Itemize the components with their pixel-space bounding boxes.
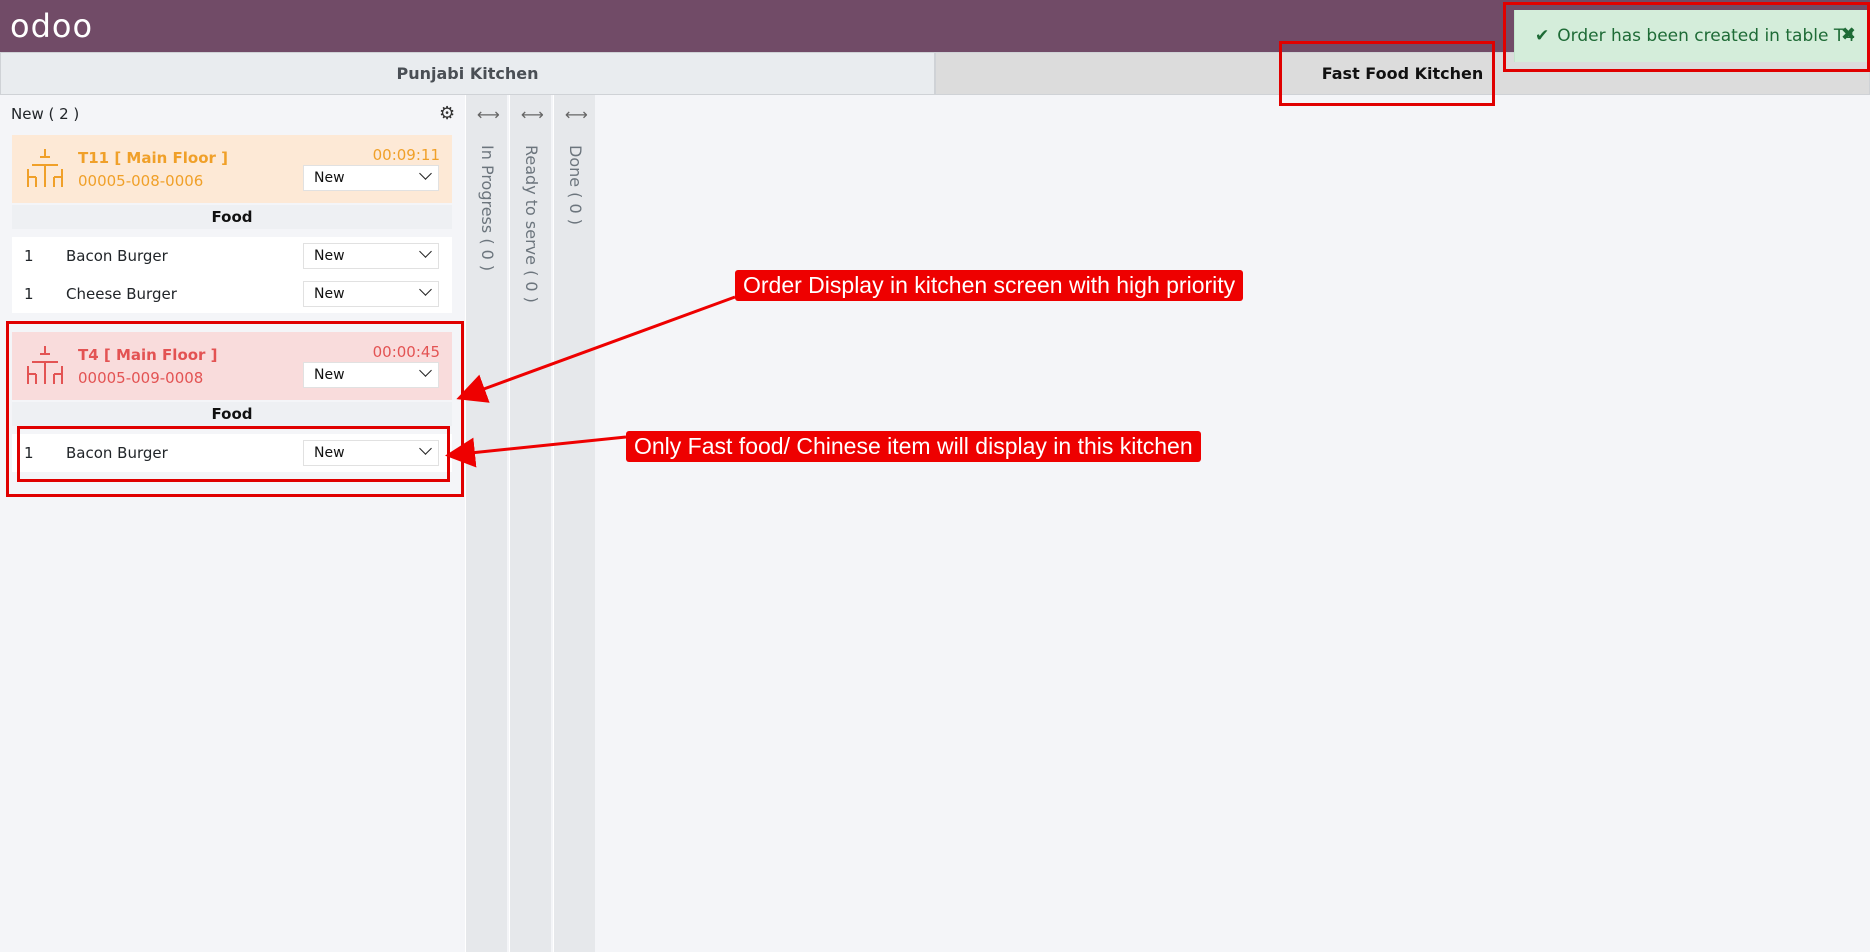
stage-column-ready[interactable]: ⟷ Ready to serve ( 0 ) [509,95,551,952]
line-product: Bacon Burger [66,247,168,265]
list-item: 1 Bacon Burger New [12,237,452,275]
line-status-select[interactable]: New [303,281,439,307]
order-lines: 1 Bacon Burger New 1 Cheese Burger New [12,237,452,313]
line-status-value: New [314,248,345,264]
order-status-value: New [314,170,345,186]
dining-table-icon [27,149,63,187]
stage-label: Done ( 0 ) [566,145,585,226]
line-qty: 1 [24,247,34,265]
highlight-box-toast [1503,2,1870,72]
order-status-select[interactable]: New [303,165,439,191]
stage-label: In Progress ( 0 ) [478,145,497,272]
order-table-name: T11 [ Main Floor ] [78,149,228,167]
order-card-t11[interactable]: T11 [ Main Floor ] 00005-008-0006 00:09:… [12,135,452,203]
chevron-down-icon [419,167,432,180]
chevron-down-icon [419,283,432,296]
annotation-priority: Order Display in kitchen screen with hig… [735,270,1244,301]
expand-arrows-icon[interactable]: ⟷ [521,105,544,124]
stage-column-done[interactable]: ⟷ Done ( 0 ) [553,95,595,952]
line-qty: 1 [24,285,34,303]
list-item: 1 Cheese Burger New [12,275,452,313]
highlight-box-tab [1279,41,1495,106]
category-label: Food [12,205,452,229]
line-status-select[interactable]: New [303,243,439,269]
order-reference: 00005-008-0006 [78,172,204,190]
stage-label: Ready to serve ( 0 ) [522,145,541,303]
expand-arrows-icon[interactable]: ⟷ [477,105,500,124]
gear-icon[interactable]: ⚙ [439,103,455,124]
highlight-box-line [17,426,450,482]
tab-punjabi-kitchen[interactable]: Punjabi Kitchen [0,52,935,95]
chevron-down-icon [419,245,432,258]
line-product: Cheese Burger [66,285,177,303]
column-title-new: New ( 2 ) [11,105,80,123]
odoo-logo[interactable]: odoo [10,6,93,46]
annotation-fastfood: Only Fast food/ Chinese item will displa… [626,431,1201,462]
line-status-value: New [314,286,345,302]
stage-column-in-progress[interactable]: ⟷ In Progress ( 0 ) [465,95,507,952]
order-timer: 00:09:11 [372,146,440,164]
expand-arrows-icon[interactable]: ⟷ [565,105,588,124]
